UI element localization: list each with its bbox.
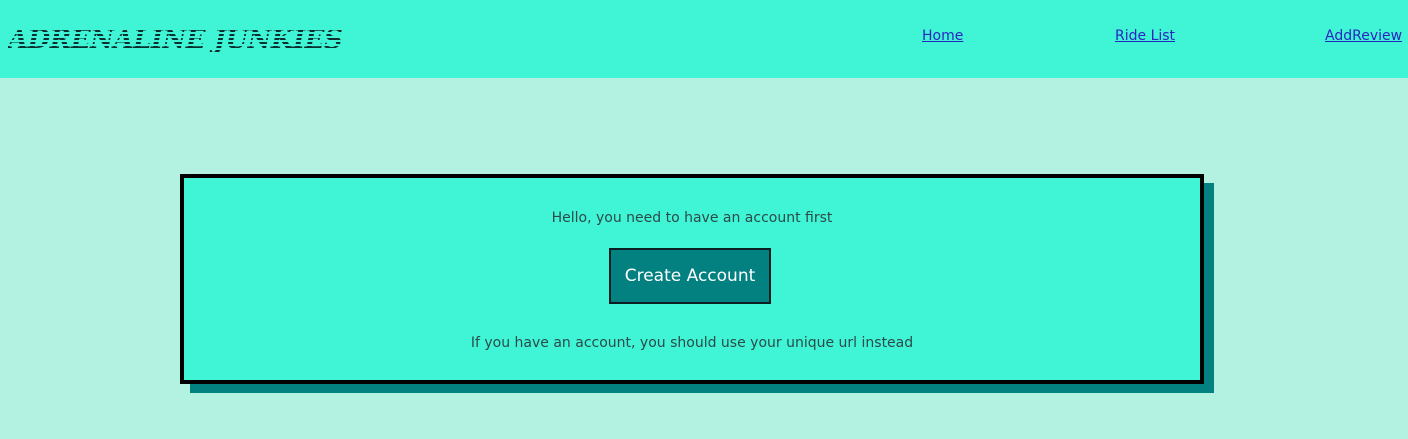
nav-link-ride-list[interactable]: Ride List: [1115, 28, 1175, 44]
greeting-text: Hello, you need to have an account first: [551, 210, 833, 226]
nav-link-add-review[interactable]: AddReview: [1325, 28, 1402, 44]
create-account-button[interactable]: Create Account: [609, 248, 771, 304]
unique-url-hint: If you have an account, you should use y…: [470, 335, 914, 351]
site-header: Adrenaline Junkies Home Ride List AddRev…: [0, 0, 1408, 78]
account-required-card: Hello, you need to have an account first…: [180, 174, 1204, 384]
site-logo[interactable]: Adrenaline Junkies: [8, 22, 343, 58]
nav-link-home[interactable]: Home: [922, 28, 963, 44]
